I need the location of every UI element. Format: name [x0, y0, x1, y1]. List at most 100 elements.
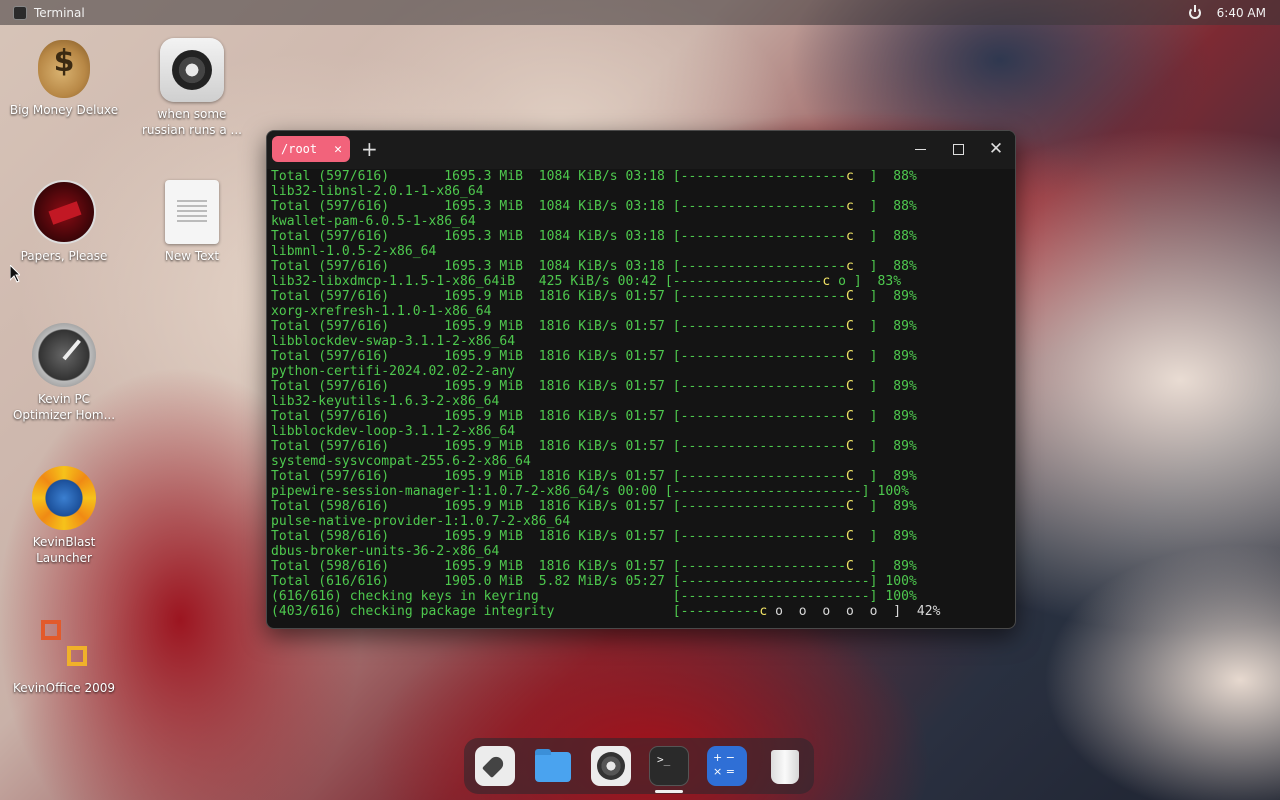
terminal-line: Total (597/616) 1695.9 MiB 1816 KiB/s 01…	[271, 439, 1011, 454]
terminal-line-text: Total (616/616) 1905.0 MiB 5.82 MiB/s 05…	[271, 574, 917, 589]
minimize-button[interactable]	[911, 139, 931, 159]
terminal-line: (403/616) checking package integrity [--…	[271, 604, 1011, 619]
rocket-launcher-icon[interactable]	[475, 746, 515, 786]
progress-pacman-glyph: c	[846, 169, 854, 184]
terminal-line-text: Total (597/616) 1695.9 MiB 1816 KiB/s 01…	[271, 469, 846, 484]
terminal-line-text: Total (598/616) 1695.9 MiB 1816 KiB/s 01…	[271, 559, 846, 574]
desktop-icon-label: when some russian runs a ...	[142, 107, 242, 137]
maximize-button[interactable]	[948, 139, 968, 159]
terminal-line: kwallet-pam-6.0.5-1-x86_64	[271, 214, 1011, 229]
terminal-line-text: Total (597/616) 1695.3 MiB 1084 KiB/s 03…	[271, 169, 846, 184]
terminal-line: Total (597/616) 1695.9 MiB 1816 KiB/s 01…	[271, 349, 1011, 364]
desktop-icon-label: New Text	[164, 249, 220, 263]
desktop-icon-label: KevinOffice 2009	[12, 681, 116, 695]
terminal-line-tail: ] 89%	[853, 439, 917, 454]
desktop-icon-new-text[interactable]: New Text	[137, 180, 247, 264]
terminal-app-icon	[13, 5, 27, 20]
terminal-line-text: pipewire-session-manager-1:1.0.7-2-x86_6…	[271, 484, 910, 499]
blast-launcher-icon	[32, 466, 96, 530]
terminal-line-text: Total (597/616) 1695.9 MiB 1816 KiB/s 01…	[271, 349, 846, 364]
progress-pacman-glyph: C	[846, 379, 854, 394]
clock[interactable]: 6:40 AM	[1217, 6, 1266, 20]
tab-label: /root	[281, 142, 318, 156]
terminal-line: lib32-libnsl-2.0.1-1-x86_64	[271, 184, 1011, 199]
desktop-icon-label: Big Money Deluxe	[9, 103, 119, 117]
terminal-line-text: lib32-libnsl-2.0.1-1-x86_64	[271, 184, 484, 199]
plus-icon[interactable]: +	[361, 137, 378, 161]
desktop-icon-label: Papers, Please	[20, 249, 108, 263]
terminal-line-tail: ] 89%	[853, 529, 917, 544]
progress-pacman-glyph: c	[846, 229, 854, 244]
terminal-line-text: Total (598/616) 1695.9 MiB 1816 KiB/s 01…	[271, 499, 846, 514]
terminal-line: Total (597/616) 1695.9 MiB 1816 KiB/s 01…	[271, 379, 1011, 394]
terminal-line-text: libblockdev-loop-3.1.1-2-x86_64	[271, 424, 516, 439]
terminal-line: Total (597/616) 1695.3 MiB 1084 KiB/s 03…	[271, 199, 1011, 214]
terminal-line-tail: ] 89%	[853, 559, 917, 574]
dock: >_	[464, 738, 814, 794]
desktop-icon-big-money-deluxe[interactable]: Big Money Deluxe	[9, 40, 119, 118]
terminal-line-text: lib32-keyutils-1.6.3-2-x86_64	[271, 394, 500, 409]
terminal-line-text: Total (597/616) 1695.9 MiB 1816 KiB/s 01…	[271, 289, 846, 304]
terminal-line-tail: ] 88%	[853, 199, 917, 214]
terminal-line: Total (598/616) 1695.9 MiB 1816 KiB/s 01…	[271, 529, 1011, 544]
close-window-button[interactable]: ✕	[986, 139, 1006, 159]
desktop-icon-label: Kevin PC Optimizer Hom...	[12, 392, 116, 422]
progress-pacman-glyph: C	[846, 319, 854, 334]
terminal-line: Total (597/616) 1695.3 MiB 1084 KiB/s 03…	[271, 169, 1011, 184]
terminal-window[interactable]: /root ✕ + ✕ Total (597/616) 1695.3 MiB 1…	[266, 130, 1016, 629]
terminal-icon[interactable]: >_	[649, 746, 689, 786]
progress-pacman-glyph: C	[846, 409, 854, 424]
gauge-icon	[32, 323, 96, 387]
progress-pacman-glyph: C	[846, 559, 854, 574]
terminal-titlebar[interactable]: /root ✕ + ✕	[267, 131, 1015, 169]
terminal-line: Total (598/616) 1695.9 MiB 1816 KiB/s 01…	[271, 559, 1011, 574]
money-bag-icon	[38, 40, 90, 98]
calculator-icon[interactable]	[707, 746, 747, 786]
terminal-line-text: pulse-native-provider-1:1.0.7-2-x86_64	[271, 514, 571, 529]
terminal-line: Total (597/616) 1695.9 MiB 1816 KiB/s 01…	[271, 319, 1011, 334]
terminal-line-tail: ] 88%	[853, 259, 917, 274]
terminal-line-text: Total (597/616) 1695.3 MiB 1084 KiB/s 03…	[271, 259, 846, 274]
terminal-line-tail: ] 89%	[853, 469, 917, 484]
folder-icon[interactable]	[533, 746, 573, 786]
terminal-line-text: Total (597/616) 1695.9 MiB 1816 KiB/s 01…	[271, 379, 846, 394]
desktop-icon-settings-shortcut[interactable]: when some russian runs a ...	[137, 38, 247, 138]
power-icon[interactable]	[1188, 4, 1201, 19]
terminal-line: lib32-libxdmcp-1.1.5-1-x86_64iB 425 KiB/…	[271, 274, 1011, 289]
close-icon[interactable]: ✕	[334, 142, 342, 157]
terminal-line: python-certifi-2024.02.02-2-any	[271, 364, 1011, 379]
progress-pacman-glyph: C	[846, 439, 854, 454]
terminal-line: Total (597/616) 1695.9 MiB 1816 KiB/s 01…	[271, 289, 1011, 304]
terminal-line-text: Total (597/616) 1695.3 MiB 1084 KiB/s 03…	[271, 199, 846, 214]
running-indicator	[655, 790, 683, 793]
terminal-line-text: Total (598/616) 1695.9 MiB 1816 KiB/s 01…	[271, 529, 846, 544]
terminal-line-text: Total (597/616) 1695.9 MiB 1816 KiB/s 01…	[271, 409, 846, 424]
desktop-icon-kevinblast-launcher[interactable]: KevinBlast Launcher	[9, 466, 119, 566]
terminal-line-tail: ] 88%	[853, 169, 917, 184]
terminal-output[interactable]: Total (597/616) 1695.3 MiB 1084 KiB/s 03…	[271, 169, 1011, 628]
terminal-line-tail: ] 89%	[853, 409, 917, 424]
desktop-icon-kevinoffice-2009[interactable]: KevinOffice 2009	[9, 612, 119, 696]
progress-pacman-glyph: C	[846, 529, 854, 544]
terminal-line-text: lib32-libxdmcp-1.1.5-1-x86_64iB 425 KiB/…	[271, 274, 823, 289]
desktop-icon-papers-please[interactable]: Papers, Please	[9, 180, 119, 264]
terminal-line: libmnl-1.0.5-2-x86_64	[271, 244, 1011, 259]
terminal-line: Total (597/616) 1695.3 MiB 1084 KiB/s 03…	[271, 259, 1011, 274]
top-bar: Terminal 6:40 AM	[0, 0, 1280, 25]
text-document-icon	[165, 180, 219, 244]
terminal-line-tail: ] 89%	[853, 349, 917, 364]
system-tray: 6:40 AM	[1188, 4, 1266, 20]
terminal-line-tail: ] 89%	[853, 319, 917, 334]
trash-icon[interactable]	[765, 746, 805, 786]
mouse-cursor-icon	[10, 265, 20, 283]
terminal-line: Total (597/616) 1695.9 MiB 1816 KiB/s 01…	[271, 409, 1011, 424]
desktop-icon-kevin-pc-optimizer[interactable]: Kevin PC Optimizer Hom...	[9, 323, 119, 423]
terminal-line-text: dbus-broker-units-36-2-x86_64	[271, 544, 500, 559]
terminal-line-text: kwallet-pam-6.0.5-1-x86_64	[271, 214, 476, 229]
settings-gear-icon[interactable]	[591, 746, 631, 786]
papers-please-icon	[32, 180, 96, 244]
terminal-line-tail: ] 89%	[853, 289, 917, 304]
terminal-line: dbus-broker-units-36-2-x86_64	[271, 544, 1011, 559]
tab-root[interactable]: /root ✕	[272, 136, 350, 162]
progress-pacman-glyph: C	[846, 469, 854, 484]
